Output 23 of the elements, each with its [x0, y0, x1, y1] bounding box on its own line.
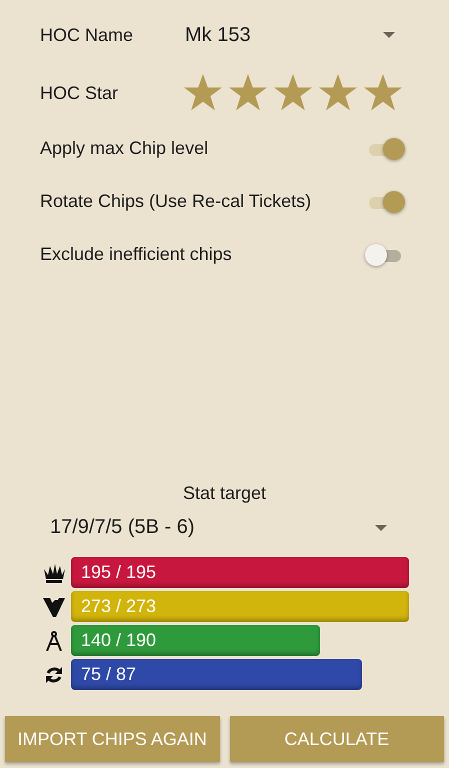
caret-icon	[375, 524, 387, 530]
crown-icon	[43, 562, 65, 582]
stat-reading: 75 / 87	[81, 664, 136, 685]
stat-reading: 140 / 190	[81, 630, 156, 651]
field-label: HOC Star	[40, 82, 120, 104]
option-label: Apply max Chip level	[40, 138, 208, 159]
hoc-name-dropdown[interactable]: Mk 153	[185, 24, 395, 46]
option-label: Rotate Chips (Use Re-cal Tickets)	[40, 191, 312, 212]
caret-icon	[383, 32, 395, 38]
star-icon[interactable]	[363, 74, 403, 112]
star-icon[interactable]	[318, 74, 358, 112]
refresh-icon	[43, 664, 65, 684]
stat-reading: 273 / 273	[81, 596, 156, 617]
section-title: Stat target	[182, 483, 268, 504]
lightning-icon	[43, 596, 65, 616]
star-icon[interactable]	[183, 74, 223, 112]
compass-icon	[43, 630, 65, 650]
star-icon[interactable]	[228, 74, 268, 112]
field-label: HOC Name	[40, 24, 134, 46]
stat-reading: 195 / 195	[81, 562, 156, 583]
option-label: Exclude inefficient chips	[40, 244, 232, 265]
stat-target-dropdown[interactable]: 17/9/7/5 (5B - 6)	[50, 516, 387, 539]
star-icon[interactable]	[273, 74, 313, 112]
